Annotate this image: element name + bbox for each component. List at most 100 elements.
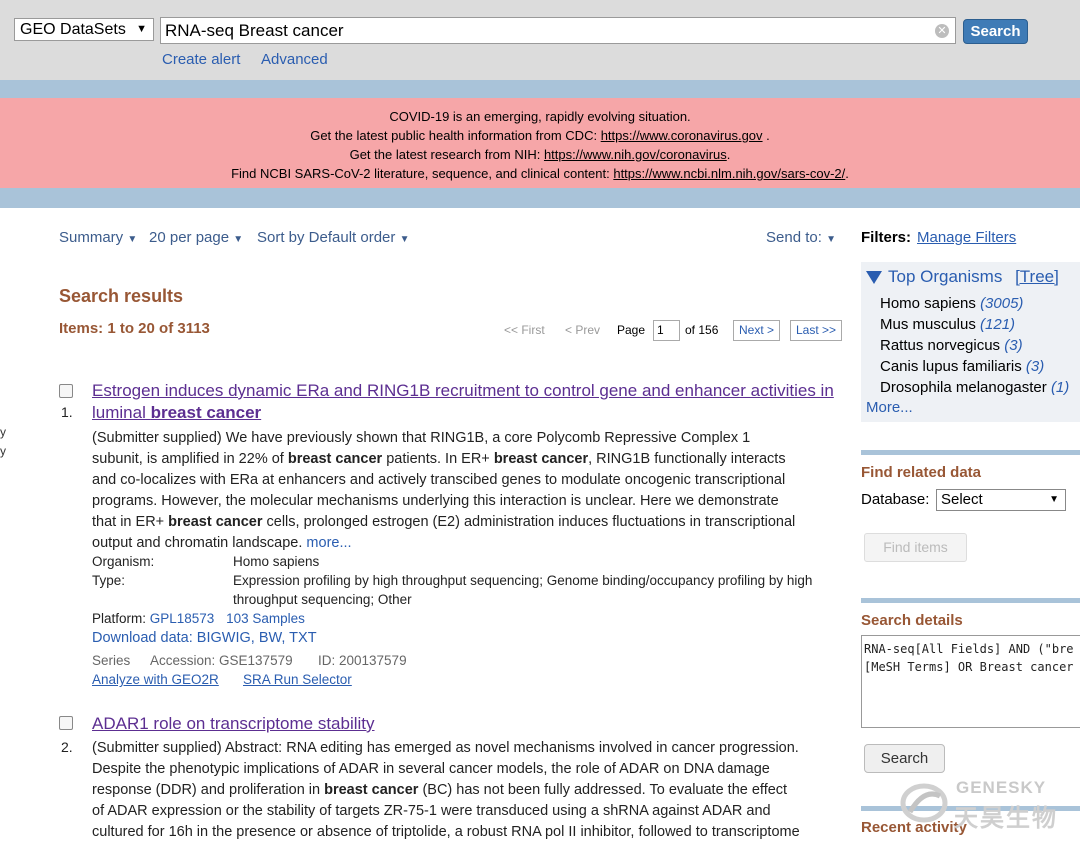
result-title-link[interactable]: luminal breast cancer xyxy=(92,402,261,424)
result-title-line: Estrogen induces dynamic ERa and RING1B … xyxy=(92,381,834,400)
cdc-link[interactable]: https://www.coronavirus.gov xyxy=(601,128,763,143)
search-button[interactable]: Search xyxy=(963,19,1028,44)
abstract-line: Despite the phenotypic implications of A… xyxy=(92,761,770,777)
samples-link[interactable]: 103 Samples xyxy=(226,611,305,626)
organism-filter[interactable]: Canis lupus familiaris (3) xyxy=(880,358,1044,375)
result-number: 2. xyxy=(61,739,73,755)
analyze-geo2r-link[interactable]: Analyze with GEO2R xyxy=(92,672,219,687)
last-page-button[interactable]: Last >> xyxy=(790,320,843,341)
sort-label: Sort by Default order xyxy=(257,229,396,246)
search-input[interactable]: RNA-seq Breast cancer ✕ xyxy=(160,17,956,44)
search-bar: GEO DataSets ▼ RNA-seq Breast cancer ✕ S… xyxy=(0,0,1080,80)
covid-banner: COVID-19 is an emerging, rapidly evolvin… xyxy=(0,98,1080,188)
covid-text: . xyxy=(726,147,731,162)
abstract-line: that in ER+ breast cancer cells, prolong… xyxy=(92,514,796,530)
series-label: Series xyxy=(92,653,131,668)
details-line: RNA-seq[All Fields] AND ("bre xyxy=(864,642,1074,656)
find-items-button[interactable]: Find items xyxy=(864,533,967,562)
next-page-button[interactable]: Next > xyxy=(733,320,781,341)
caret-down-icon: ▼ xyxy=(233,234,244,245)
organism-label: Organism: xyxy=(92,554,155,569)
search-details-textarea[interactable]: RNA-seq[All Fields] AND ("bre [MeSH Terms… xyxy=(861,635,1080,728)
genesky-watermark: GENESKY 天昊生物 xyxy=(900,778,1070,832)
sort-menu[interactable]: Sort by Default order ▼ xyxy=(257,229,409,246)
type-value: throughput sequencing; Other xyxy=(233,592,412,607)
triangle-down-icon: ▼ xyxy=(136,23,147,35)
download-label: Download data: xyxy=(92,630,197,646)
covid-text: . xyxy=(762,128,770,143)
database-select[interactable]: GEO DataSets ▼ xyxy=(14,18,154,41)
abstract-line: output and chromatin landscape. more... xyxy=(92,535,352,551)
details-line: [MeSH Terms] OR Breast cancer xyxy=(864,660,1074,674)
search-query: RNA-seq Breast cancer xyxy=(165,21,344,40)
prev-page-link[interactable]: < Prev xyxy=(565,323,600,337)
organism-filter[interactable]: Mus musculus (121) xyxy=(880,316,1015,333)
covid-line: COVID-19 is an emerging, rapidly evolvin… xyxy=(389,109,691,124)
find-related-heading: Find related data xyxy=(861,464,982,481)
create-alert-link[interactable]: Create alert xyxy=(162,51,240,68)
abstract-line: programs. However, the molecular mechani… xyxy=(92,493,779,509)
series-id: ID: 200137579 xyxy=(318,653,407,668)
top-organisms-panel: Top Organisms [Tree] Homo sapiens (3005)… xyxy=(861,262,1080,422)
result-checkbox[interactable] xyxy=(59,716,73,730)
result-number: 1. xyxy=(61,404,73,420)
divider-band xyxy=(0,80,1080,98)
result-checkbox[interactable] xyxy=(59,384,73,398)
platform-row: Platform: GPL18573 103 Samples xyxy=(92,611,305,626)
organism-filter[interactable]: Drosophila melanogaster (1) xyxy=(880,379,1069,396)
download-row: Download data: BIGWIG, BW, TXT xyxy=(92,630,317,646)
genesky-logo-icon xyxy=(900,783,948,823)
organism-filter[interactable]: Homo sapiens (3005) xyxy=(880,295,1023,312)
abstract-line: (Submitter supplied) We have previously … xyxy=(92,430,751,446)
caret-down-icon: ▼ xyxy=(127,234,138,245)
first-page-link[interactable]: << First xyxy=(504,323,545,337)
page-number-input[interactable]: 1 xyxy=(653,320,680,341)
organism-filter[interactable]: Rattus norvegicus (3) xyxy=(880,337,1023,354)
platform-label: Platform: xyxy=(92,611,150,626)
clear-icon[interactable]: ✕ xyxy=(935,24,949,38)
caret-down-icon: ▼ xyxy=(826,234,836,245)
send-to-label: Send to: xyxy=(766,229,822,246)
covid-line: Find NCBI SARS-CoV-2 literature, sequenc… xyxy=(0,164,1080,183)
covid-text: . xyxy=(845,166,849,181)
sra-run-selector-link[interactable]: SRA Run Selector xyxy=(243,672,352,687)
clipped-text: y xyxy=(0,425,6,439)
page-label: Page xyxy=(617,323,646,337)
per-page-label: 20 per page xyxy=(149,229,230,246)
watermark-text: 天昊生物 xyxy=(954,805,1058,832)
abstract-line: subunit, is amplified in 22% of breast c… xyxy=(92,451,786,467)
filters-label: Filters: xyxy=(861,229,912,246)
result-abstract: (Submitter supplied) Abstract: RNA editi… xyxy=(92,738,852,843)
result-title-link[interactable]: ADAR1 role on transcriptome stability xyxy=(92,713,375,735)
related-database-select[interactable]: Select ▼ xyxy=(936,489,1066,511)
database-label: Database: xyxy=(861,491,930,508)
summary-format-menu[interactable]: Summary ▼ xyxy=(59,229,137,246)
search-details-button[interactable]: Search xyxy=(864,744,945,773)
send-to-menu[interactable]: Send to: ▼ xyxy=(766,229,836,246)
result-title-highlight: breast cancer xyxy=(150,403,262,422)
more-link[interactable]: more... xyxy=(306,535,351,551)
nih-link[interactable]: https://www.nih.gov/coronavirus xyxy=(544,147,727,162)
organism-value: Homo sapiens xyxy=(233,554,320,569)
abstract-line: response (DDR) and proliferation in brea… xyxy=(92,782,788,798)
abstract-line: and co-localizes with ERa at enhancers a… xyxy=(92,472,786,488)
sars-cov-2-link[interactable]: https://www.ncbi.nlm.nih.gov/sars-cov-2/ xyxy=(613,166,845,181)
platform-link[interactable]: GPL18573 xyxy=(150,611,215,626)
download-link[interactable]: BIGWIG, BW, TXT xyxy=(197,630,317,646)
result-title-link[interactable]: Estrogen induces dynamic ERa and RING1B … xyxy=(92,380,834,402)
more-organisms-link[interactable]: More... xyxy=(866,399,913,416)
items-count: Items: 1 to 20 of 3113 xyxy=(59,320,210,337)
covid-text: Find NCBI SARS-CoV-2 literature, sequenc… xyxy=(231,166,614,181)
top-organisms-header[interactable]: Top Organisms [Tree] xyxy=(866,267,1059,287)
page-total: of 156 xyxy=(685,323,719,337)
watermark-text: GENESKY xyxy=(956,778,1047,797)
per-page-menu[interactable]: 20 per page ▼ xyxy=(149,229,243,246)
covid-text: Get the latest public health information… xyxy=(310,128,601,143)
manage-filters-link[interactable]: Manage Filters xyxy=(917,229,1016,246)
top-organisms-label: Top Organisms xyxy=(888,267,1003,286)
result-title-line: luminal xyxy=(92,403,151,422)
abstract-line: of ADAR expression or the stability of t… xyxy=(92,803,771,819)
tree-link[interactable]: [Tree] xyxy=(1015,267,1059,286)
triangle-down-icon xyxy=(866,271,882,285)
advanced-search-link[interactable]: Advanced xyxy=(261,51,328,68)
